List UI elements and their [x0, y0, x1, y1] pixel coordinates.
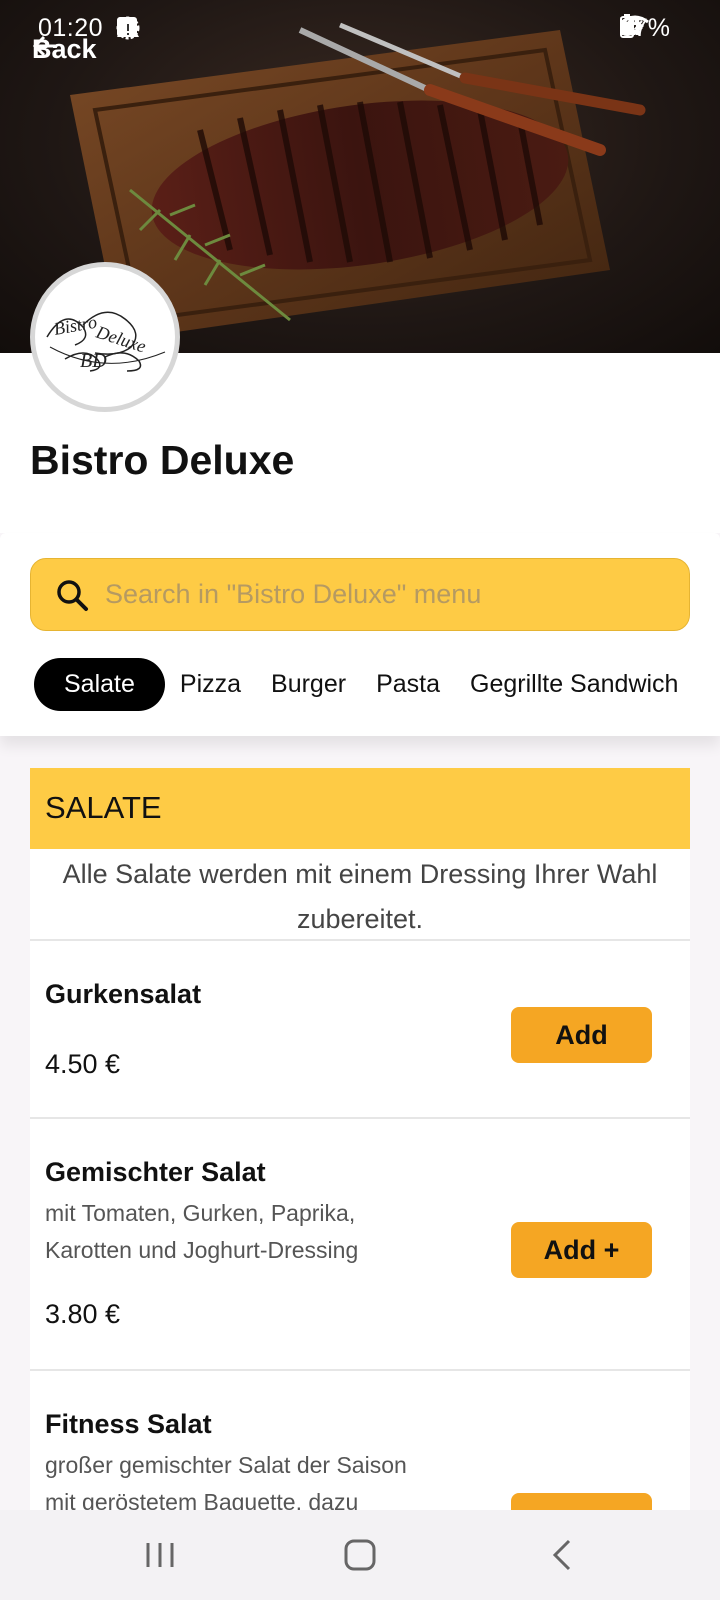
menu-search-bar[interactable]: [30, 558, 690, 631]
category-tabs: Salate Pizza Burger Pasta Gegrillte Sand…: [34, 658, 690, 711]
restaurant-name: Bistro Deluxe: [30, 437, 295, 483]
item-price: 3.80 €: [45, 1299, 121, 1329]
item-price: 4.50 €: [45, 1049, 121, 1079]
search-input[interactable]: [105, 579, 665, 610]
search-icon: [57, 579, 88, 611]
tab-salate[interactable]: Salate: [34, 658, 165, 711]
menu-item: Fitness Salat großer gemischter Salat de…: [30, 1371, 690, 1549]
system-navigation-bar: [0, 1510, 720, 1600]
status-bar: 01:20 Vo)LTE1 37%: [0, 8, 720, 48]
home-button[interactable]: [300, 1510, 420, 1600]
dot-icon: [117, 17, 125, 25]
tab-pizza[interactable]: Pizza: [165, 658, 256, 711]
battery-icon: [619, 14, 634, 38]
chevron-left-icon: [552, 1539, 571, 1571]
restaurant-logo: Bistro Deluxe BD: [30, 262, 180, 412]
menu-item: Gemischter Salat mit Tomaten, Gurken, Pa…: [30, 1119, 690, 1371]
arrow-left-icon: [32, 35, 56, 57]
system-status-icons: Vo)LTE1 37%: [619, 14, 670, 43]
back-button[interactable]: Back: [32, 34, 97, 65]
add-options-button[interactable]: Add +: [511, 1222, 652, 1278]
tab-pasta[interactable]: Pasta: [361, 658, 455, 711]
item-name: Gemischter Salat: [45, 1157, 266, 1187]
section-title: SALATE: [45, 790, 162, 825]
add-button[interactable]: Add: [511, 1007, 652, 1063]
tab-burger[interactable]: Burger: [256, 658, 361, 711]
system-back-button[interactable]: [503, 1510, 623, 1600]
item-description: mit Tomaten, Gurken, Paprika, Karotten u…: [45, 1200, 359, 1263]
section-description: Alle Salate werden mit einem Dressing Ih…: [62, 859, 658, 934]
section-header: SALATE: [30, 768, 690, 849]
svg-text:Bistro: Bistro: [52, 312, 98, 339]
recent-apps-icon: [146, 1543, 174, 1567]
item-name: Fitness Salat: [45, 1409, 212, 1439]
home-icon: [344, 1539, 376, 1571]
menu-item: Gurkensalat 4.50 € Add: [30, 941, 690, 1119]
item-name: Gurkensalat: [45, 979, 202, 1009]
logo-script-image: Bistro Deluxe BD: [46, 311, 166, 372]
section-description-box: Alle Salate werden mit einem Dressing Ih…: [30, 849, 690, 941]
tab-gegrillte-sandwich[interactable]: Gegrillte Sandwich: [455, 658, 690, 711]
svg-text:BD: BD: [80, 350, 107, 372]
recent-apps-button[interactable]: [100, 1510, 220, 1600]
